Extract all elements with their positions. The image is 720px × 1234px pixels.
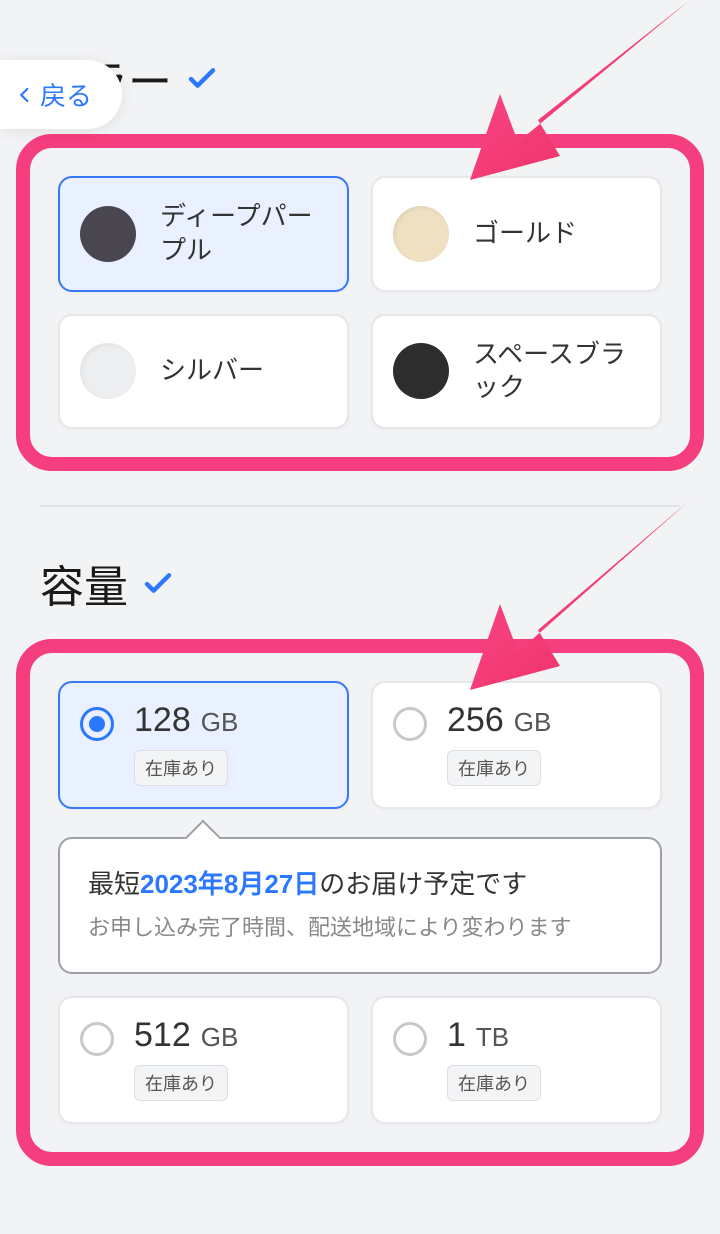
color-swatch-icon (393, 343, 449, 399)
color-option-silver[interactable]: シルバー (58, 314, 349, 430)
capacity-value: 256 (447, 701, 504, 740)
radio-icon (393, 1022, 427, 1056)
capacity-title: 容量 (40, 551, 128, 615)
color-option-space-black[interactable]: スペースブラック (371, 314, 662, 430)
capacity-value: 128 (134, 701, 191, 740)
color-swatch-icon (80, 343, 136, 399)
color-option-gold[interactable]: ゴールド (371, 176, 662, 292)
delivery-note: お申し込み完了時間、配送地域により変わります (88, 910, 632, 942)
capacity-value: 1 (447, 1016, 466, 1055)
delivery-info-box: 最短2023年8月27日のお届け予定です お申し込み完了時間、配送地域により変わ… (58, 837, 662, 974)
callout-arrow-icon (460, 490, 700, 700)
color-option-label: ディープパープル (160, 200, 327, 268)
capacity-option-256gb[interactable]: 256 GB 在庫あり (371, 681, 662, 809)
capacity-options-panel: 128 GB 在庫あり 256 GB 在庫あり 最短2023年8月27日のお届け… (16, 639, 704, 1166)
chevron-left-icon (16, 86, 34, 104)
check-icon (144, 572, 172, 594)
capacity-unit: TB (476, 1022, 509, 1053)
color-swatch-icon (80, 206, 136, 262)
callout-arrow-icon (460, 0, 700, 190)
color-option-label: スペースブラック (473, 338, 640, 406)
back-label: 戻る (40, 76, 92, 113)
stock-badge: 在庫あり (447, 1065, 541, 1101)
capacity-value: 512 (134, 1016, 191, 1055)
delivery-main-text: 最短2023年8月27日のお届け予定です (88, 865, 632, 904)
color-swatch-icon (393, 206, 449, 262)
radio-icon (80, 1022, 114, 1056)
radio-icon (80, 707, 114, 741)
back-button[interactable]: 戻る (0, 60, 122, 129)
capacity-unit: GB (514, 707, 552, 738)
stock-badge: 在庫あり (447, 750, 541, 786)
capacity-option-512gb[interactable]: 512 GB 在庫あり (58, 996, 349, 1124)
check-icon (188, 67, 216, 89)
stock-badge: 在庫あり (134, 750, 228, 786)
capacity-option-128gb[interactable]: 128 GB 在庫あり (58, 681, 349, 809)
capacity-unit: GB (201, 1022, 239, 1053)
radio-icon (393, 707, 427, 741)
color-option-label: シルバー (160, 354, 264, 388)
stock-badge: 在庫あり (134, 1065, 228, 1101)
color-option-label: ゴールド (473, 217, 577, 251)
capacity-unit: GB (201, 707, 239, 738)
color-option-deep-purple[interactable]: ディープパープル (58, 176, 349, 292)
capacity-option-1tb[interactable]: 1 TB 在庫あり (371, 996, 662, 1124)
